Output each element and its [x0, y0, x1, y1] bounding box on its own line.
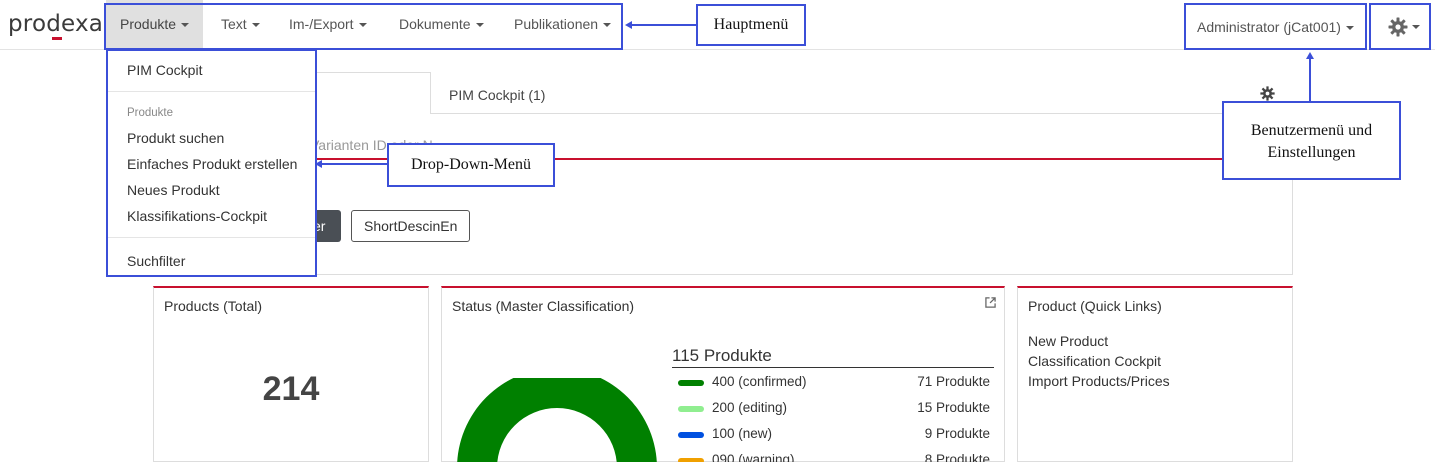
- dropdown-item-einfaches-produkt[interactable]: Einfaches Produkt erstellen: [127, 156, 297, 172]
- tab-pim-cockpit[interactable]: PIM Cockpit (1): [431, 72, 1293, 114]
- arrow-head-icon: [315, 160, 322, 168]
- quick-link-new-product[interactable]: New Product: [1028, 333, 1108, 349]
- dropdown-item-klassifikations-cockpit[interactable]: Klassifikations-Cockpit: [127, 208, 267, 224]
- arrow-head-icon: [625, 21, 632, 29]
- card-quick-links: Product (Quick Links) New Product Classi…: [1017, 286, 1293, 462]
- legend-row: 400 (confirmed) 71 Produkte: [678, 374, 990, 394]
- user-menu-callout-line2: Einstellungen: [1267, 144, 1356, 161]
- logo-accent-bar: [52, 37, 62, 40]
- legend-label: 090 (warning): [712, 452, 795, 462]
- dropdown-item-neues-produkt[interactable]: Neues Produkt: [127, 182, 220, 198]
- legend-count: 15 Produkte: [917, 400, 990, 415]
- quick-link-classification-cockpit[interactable]: Classification Cockpit: [1028, 353, 1161, 369]
- legend-label: 200 (editing): [712, 400, 788, 415]
- main-menu-callout: Hauptmenü: [696, 4, 806, 46]
- dropdown-divider: [108, 91, 315, 92]
- caret-down-icon: [1345, 26, 1354, 31]
- dropdown-item-suchfilter[interactable]: Suchfilter: [127, 253, 185, 269]
- arrow-head-icon: [1306, 52, 1314, 59]
- gear-icon[interactable]: [1260, 86, 1275, 101]
- legend-swatch: [678, 380, 704, 386]
- dropdown-section-header: Produkte: [127, 107, 174, 119]
- short-desc-button[interactable]: ShortDescinEn: [351, 210, 471, 242]
- legend-swatch: [678, 432, 704, 438]
- main-menu-callout-text: Hauptmenü: [713, 16, 789, 33]
- card-status: Status (Master Classification) 115 Produ…: [441, 286, 1005, 462]
- legend-row: 200 (editing) 15 Produkte: [678, 400, 990, 420]
- settings-menu[interactable]: [1369, 3, 1431, 50]
- card-title: Status (Master Classification): [452, 298, 635, 314]
- legend-label: 100 (new): [712, 426, 773, 441]
- prodexa-logo[interactable]: prodexa: [8, 11, 103, 37]
- card-products-total: Products (Total) 214: [153, 286, 429, 462]
- legend-count: 9 Produkte: [924, 426, 990, 441]
- external-link-icon[interactable]: [985, 297, 996, 308]
- card-title: Product (Quick Links): [1028, 298, 1162, 314]
- user-menu-arrow: [1309, 58, 1311, 102]
- cockpit-tabbar: PIM Cockpit (1): [153, 72, 1293, 114]
- tab-pim-cockpit-label: PIM Cockpit (1): [449, 87, 546, 103]
- user-menu-callout: Benutzermenü und Einstellungen: [1222, 101, 1401, 180]
- gear-icon: [1388, 17, 1408, 37]
- quick-link-import[interactable]: Import Products/Prices: [1028, 373, 1170, 389]
- legend-swatch: [678, 458, 704, 462]
- card-title: Products (Total): [164, 298, 263, 314]
- dropdown-arrow: [322, 163, 388, 165]
- user-menu-callout-line1: Benutzermenü und: [1250, 122, 1373, 139]
- legend-count: 71 Produkte: [917, 374, 990, 389]
- dropdown-callout: Drop-Down-Menü: [387, 143, 555, 187]
- legend-label: 400 (confirmed): [712, 374, 807, 389]
- dropdown-item-produkt-suchen[interactable]: Produkt suchen: [127, 130, 224, 146]
- dropdown-divider: [108, 237, 315, 238]
- main-menu-highlight: [104, 3, 623, 50]
- user-menu[interactable]: Administrator (jCat001): [1184, 3, 1367, 50]
- legend-row: 100 (new) 9 Produkte: [678, 426, 990, 446]
- legend-row: 090 (warning) 8 Produkte: [678, 452, 990, 462]
- status-total: 115 Produkte: [672, 346, 994, 368]
- products-total-value: 214: [262, 370, 320, 408]
- dropdown-item-pim-cockpit[interactable]: PIM Cockpit: [127, 62, 202, 78]
- produkte-dropdown-menu: PIM Cockpit Produkte Produkt suchen Einf…: [106, 49, 317, 277]
- dropdown-callout-text: Drop-Down-Menü: [411, 156, 531, 173]
- legend-swatch: [678, 406, 704, 412]
- main-menu-arrow: [632, 24, 696, 26]
- user-menu-label: Administrator (jCat001): [1197, 19, 1341, 35]
- caret-down-icon: [1412, 25, 1420, 29]
- status-donut-chart: [457, 378, 657, 462]
- legend-count: 8 Produkte: [924, 452, 990, 462]
